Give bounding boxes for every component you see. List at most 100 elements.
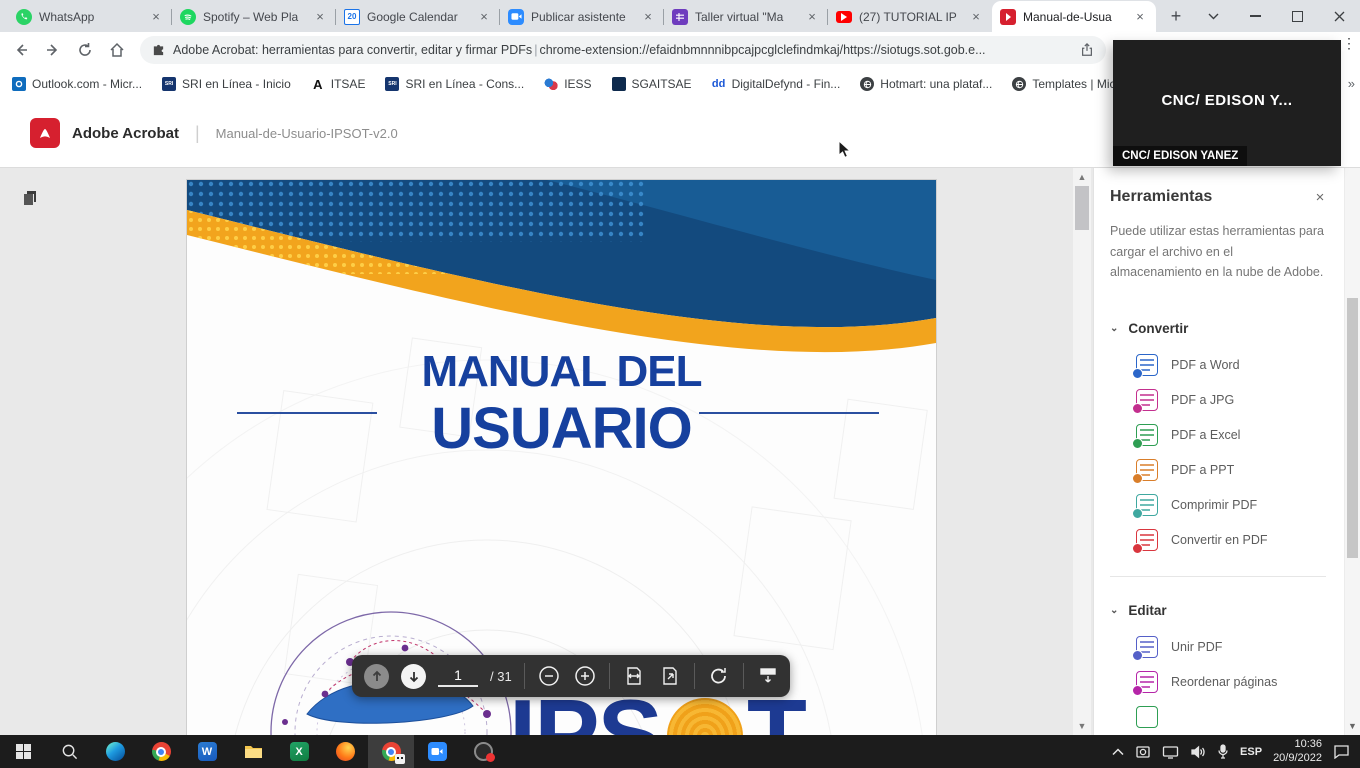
notifications-icon[interactable] — [1333, 744, 1350, 759]
screen-share-icon[interactable] — [1135, 745, 1151, 759]
tool-reordenar-paginas[interactable]: Reordenar páginas — [1110, 665, 1330, 700]
tool-pdf-a-word[interactable]: PDF a Word — [1110, 348, 1330, 383]
page-thumbnails-icon[interactable] — [20, 188, 40, 208]
bookmark-outlook[interactable]: Outlook.com - Micr... — [12, 77, 142, 91]
start-button[interactable] — [0, 735, 46, 768]
section-editar[interactable]: ⌄ Editar — [1110, 603, 1330, 618]
share-icon[interactable] — [1080, 43, 1094, 57]
viewer-scrollbar[interactable]: ▲ ▼ — [1073, 168, 1091, 735]
tab-title: WhatsApp — [39, 10, 141, 24]
zoom-out-icon[interactable] — [537, 664, 561, 688]
browser-menu-icon[interactable]: ⋮ — [1342, 40, 1356, 47]
convert-to-pdf-icon — [1136, 529, 1158, 551]
scroll-down-icon[interactable]: ▼ — [1345, 721, 1360, 731]
bookmark-sri-consultas[interactable]: SRISRI en Línea - Cons... — [385, 77, 524, 91]
cover-wave-graphic — [187, 180, 936, 365]
microphone-icon[interactable] — [1217, 744, 1229, 759]
bookmark-itsae[interactable]: AITSAE — [311, 77, 366, 91]
back-button[interactable] — [6, 35, 36, 65]
pdf-icon — [1000, 9, 1016, 25]
chrome-active-icon[interactable] — [368, 735, 414, 768]
page-total: / 31 — [490, 669, 512, 684]
display-icon[interactable] — [1162, 745, 1179, 759]
section-convertir[interactable]: ⌄ Convertir — [1110, 321, 1330, 336]
rotate-icon[interactable] — [707, 664, 731, 688]
tab-title: (27) TUTORIAL IP — [859, 10, 961, 24]
previous-page-icon[interactable] — [364, 664, 389, 689]
scroll-down-icon[interactable]: ▼ — [1073, 719, 1091, 733]
zoom-in-icon[interactable] — [573, 664, 597, 688]
new-tab-button[interactable]: + — [1162, 2, 1190, 30]
taskbar-clock[interactable]: 10:36 20/9/2022 — [1273, 738, 1322, 766]
tab-taller-virtual[interactable]: Taller virtual "Ma × — [664, 1, 828, 32]
tool-pdf-a-ppt[interactable]: PDF a PPT — [1110, 453, 1330, 488]
home-button[interactable] — [102, 35, 132, 65]
tool-pdf-a-excel[interactable]: PDF a Excel — [1110, 418, 1330, 453]
tab-close-icon[interactable]: × — [804, 9, 820, 25]
address-bar[interactable]: Adobe Acrobat: herramientas para convert… — [140, 36, 1106, 64]
divider — [694, 663, 695, 689]
title-rule-right — [699, 412, 879, 414]
tab-close-icon[interactable]: × — [476, 9, 492, 25]
bookmarks-overflow-icon[interactable]: » — [1348, 76, 1355, 91]
tool-convertir-en-pdf[interactable]: Convertir en PDF — [1110, 523, 1330, 558]
firefox-icon[interactable] — [322, 735, 368, 768]
bookmark-sri-inicio[interactable]: SRISRI en Línea - Inicio — [162, 77, 291, 91]
partial-tool-icon[interactable] — [1136, 706, 1158, 728]
forward-button[interactable] — [38, 35, 68, 65]
whatsapp-icon — [16, 9, 32, 25]
volume-icon[interactable] — [1190, 745, 1206, 759]
tab-close-icon[interactable]: × — [148, 9, 164, 25]
editar-items: Unir PDF Reordenar páginas — [1110, 630, 1330, 728]
tab-manual-de-usuario[interactable]: Manual-de-Usua × — [992, 1, 1156, 32]
sidebar-scrollbar[interactable]: ▼ — [1344, 168, 1360, 735]
sidebar-description: Puede utilizar estas herramientas para c… — [1110, 221, 1324, 283]
sidebar-close-icon[interactable]: × — [1310, 189, 1330, 206]
tab-close-icon[interactable]: × — [1132, 9, 1148, 25]
taskbar-search-icon[interactable] — [46, 735, 92, 768]
bookmark-sgaitsae[interactable]: SGAITSAE — [612, 77, 692, 91]
video-participant-tile[interactable]: CNC/ EDISON Y... CNC/ EDISON YANEZ — [1113, 40, 1341, 166]
file-explorer-icon[interactable] — [230, 735, 276, 768]
reload-button[interactable] — [70, 35, 100, 65]
tab-search-chevron-icon[interactable] — [1192, 0, 1234, 32]
tray-chevron-up-icon[interactable] — [1112, 748, 1124, 756]
restore-button[interactable] — [1276, 0, 1318, 32]
obs-recorder-icon[interactable] — [460, 735, 506, 768]
word-icon[interactable]: W — [184, 735, 230, 768]
scrollbar-thumb[interactable] — [1075, 186, 1089, 230]
tab-spotify[interactable]: Spotify – Web Pla × — [172, 1, 336, 32]
fit-width-icon[interactable] — [622, 664, 646, 688]
fit-page-icon[interactable] — [658, 664, 682, 688]
tab-youtube-tutorial[interactable]: (27) TUTORIAL IP × — [828, 1, 992, 32]
language-indicator[interactable]: ESP — [1240, 746, 1262, 758]
edge-icon[interactable] — [92, 735, 138, 768]
page-number-input[interactable] — [438, 665, 478, 687]
chrome-icon[interactable] — [138, 735, 184, 768]
tab-whatsapp[interactable]: WhatsApp × — [8, 1, 172, 32]
brand-separator: | — [191, 123, 204, 144]
tab-publicar-asistente[interactable]: Publicar asistente × — [500, 1, 664, 32]
tool-unir-pdf[interactable]: Unir PDF — [1110, 630, 1330, 665]
cover-title: MANUAL DEL USUARIO — [187, 350, 936, 458]
tab-close-icon[interactable]: × — [640, 9, 656, 25]
document-title: Manual-de-Usuario-IPSOT-v2.0 — [216, 126, 398, 141]
tab-close-icon[interactable]: × — [312, 9, 328, 25]
scroll-up-icon[interactable]: ▲ — [1073, 170, 1091, 184]
close-window-button[interactable] — [1318, 0, 1360, 32]
tab-google-calendar[interactable]: 20 Google Calendar × — [336, 1, 500, 32]
tool-pdf-a-jpg[interactable]: PDF a JPG — [1110, 383, 1330, 418]
presentation-mode-icon[interactable] — [756, 664, 780, 688]
tab-title: Spotify – Web Pla — [203, 10, 305, 24]
bookmark-digitaldefynd[interactable]: ddDigitalDefynd - Fin... — [712, 77, 841, 91]
scrollbar-thumb[interactable] — [1347, 298, 1358, 558]
tab-close-icon[interactable]: × — [968, 9, 984, 25]
next-page-icon[interactable] — [401, 664, 426, 689]
cover-title-line2: USUARIO — [187, 400, 936, 458]
excel-icon[interactable]: X — [276, 735, 322, 768]
bookmark-iess[interactable]: IESS — [544, 77, 591, 91]
minimize-button[interactable] — [1234, 0, 1276, 32]
zoom-app-icon[interactable] — [414, 735, 460, 768]
bookmark-hotmart[interactable]: Hotmart: una plataf... — [860, 77, 992, 91]
tool-comprimir-pdf[interactable]: Comprimir PDF — [1110, 488, 1330, 523]
